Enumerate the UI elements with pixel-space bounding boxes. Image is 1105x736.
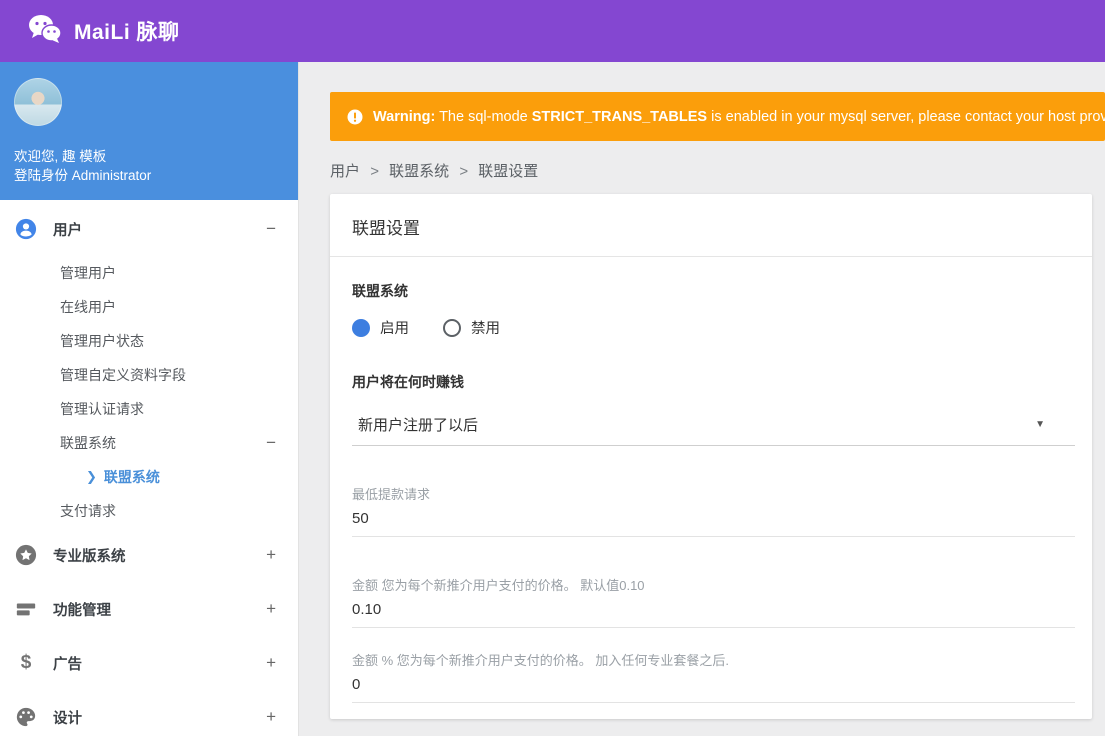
star-circle-icon xyxy=(15,544,37,566)
sidebar-item-pro-system[interactable]: 专业版系统 + xyxy=(0,528,298,582)
sidebar-item-label: 专业版系统 xyxy=(53,548,126,565)
brand[interactable]: MaiLi 脉聊 xyxy=(28,14,180,49)
radio-unselected-icon[interactable] xyxy=(443,318,461,337)
sidebar-item-label: 在线用户 xyxy=(60,299,116,315)
amount-label: 金额 您为每个新推介用户支付的价格。 默认值0.10 xyxy=(352,578,645,593)
amount-percent-input[interactable]: 0 xyxy=(352,674,1075,703)
breadcrumb-affiliate-system[interactable]: 联盟系统 xyxy=(389,163,449,180)
sidebar-item-label: 联盟系统 xyxy=(103,469,160,485)
palette-icon xyxy=(15,706,37,728)
warning-text: The sql-mode xyxy=(435,108,532,125)
avatar[interactable] xyxy=(14,78,62,126)
expand-toggle-icon[interactable]: + xyxy=(266,599,276,619)
main-content: Warning: The sql-mode STRICT_TRANS_TABLE… xyxy=(300,62,1105,736)
amount-percent-label: 金额 % 您为每个新推介用户支付的价格。 加入任何专业套餐之后. xyxy=(352,653,730,668)
wechat-logo-icon xyxy=(28,14,62,49)
breadcrumb: 用户 > 联盟系统 > 联盟设置 xyxy=(330,160,1105,181)
radio-enable[interactable]: 启用 xyxy=(352,317,409,338)
affiliate-settings-card: 联盟设置 联盟系统 启用 禁用 用户将在何时赚钱 新用户注册了以后 ▼ 最低提款… xyxy=(330,194,1092,719)
sidebar-nav: 用户 − 管理用户 在线用户 管理用户状态 管理自定义资料字段 管理认证请求 联… xyxy=(0,200,298,736)
sidebar-item-label: 设计 xyxy=(53,710,82,727)
earn-when-value: 新用户注册了以后 xyxy=(358,417,479,434)
sidebar-item-affiliate-system[interactable]: 联盟系统 − xyxy=(0,426,298,460)
sidebar-item-verification-requests[interactable]: 管理认证请求 xyxy=(0,392,298,426)
sidebar-item-label: 用户 xyxy=(53,222,82,239)
radio-disable[interactable]: 禁用 xyxy=(443,317,500,338)
radio-selected-icon[interactable] xyxy=(352,318,370,337)
sidebar-item-design[interactable]: 设计 + xyxy=(0,690,298,736)
warning-info-icon xyxy=(346,108,364,126)
warning-label: Warning: xyxy=(373,108,436,125)
sidebar-item-affiliate-system-active[interactable]: ❯ 联盟系统 xyxy=(0,460,298,494)
expand-toggle-icon[interactable]: + xyxy=(266,545,276,565)
min-withdraw-group: 最低提款请求 50 xyxy=(352,484,1075,537)
alliance-system-group: 联盟系统 启用 禁用 xyxy=(352,281,1075,338)
sidebar-item-label: 管理自定义资料字段 xyxy=(60,367,186,383)
warning-banner: Warning: The sql-mode STRICT_TRANS_TABLE… xyxy=(330,92,1105,141)
sidebar-item-label: 管理认证请求 xyxy=(60,401,144,417)
chevron-right-icon: ❯ xyxy=(86,469,97,484)
sidebar-item-feature-management[interactable]: 功能管理 + xyxy=(0,582,298,636)
sidebar-item-label: 支付请求 xyxy=(60,503,116,519)
sidebar-item-ads[interactable]: $ 广告 + xyxy=(0,636,298,690)
expand-toggle-icon[interactable]: + xyxy=(266,707,276,727)
sidebar-item-label: 联盟系统 xyxy=(60,435,116,451)
warning-text: is enabled in your mysql server, please … xyxy=(711,108,1105,125)
sidebar-item-payment-requests[interactable]: 支付请求 xyxy=(0,494,298,528)
sidebar-item-users[interactable]: 用户 − xyxy=(0,202,298,256)
sidebar-item-online-users[interactable]: 在线用户 xyxy=(0,290,298,324)
warning-strong: STRICT_TRANS_TABLES xyxy=(531,108,708,125)
amount-group: 金额 您为每个新推介用户支付的价格。 默认值0.10 0.10 xyxy=(352,575,1075,628)
breadcrumb-separator: > xyxy=(459,163,469,180)
caret-down-icon: ▼ xyxy=(1035,419,1045,430)
sidebar-item-custom-profile-fields[interactable]: 管理自定义资料字段 xyxy=(0,358,298,392)
expand-toggle-icon[interactable]: + xyxy=(266,653,276,673)
amount-percent-group: 金额 % 您为每个新推介用户支付的价格。 加入任何专业套餐之后. 0 xyxy=(352,650,1075,703)
min-withdraw-label: 最低提款请求 xyxy=(352,487,431,502)
app-title: MaiLi 脉聊 xyxy=(74,21,180,44)
sidebar-profile: 欢迎您, 趣 模板 登陆身份 Administrator xyxy=(0,62,298,200)
dollar-icon: $ xyxy=(20,652,32,673)
sidebar: 欢迎您, 趣 模板 登陆身份 Administrator 用户 − 管理用户 在… xyxy=(0,62,299,736)
sidebar-item-label: 功能管理 xyxy=(53,602,111,619)
login-role-text: 登陆身份 Administrator xyxy=(14,168,152,184)
earn-when-select[interactable]: 新用户注册了以后 ▼ xyxy=(352,406,1075,446)
earn-when-label: 用户将在何时赚钱 xyxy=(352,374,464,390)
app-header: MaiLi 脉聊 xyxy=(0,0,1105,62)
radio-enable-label: 启用 xyxy=(380,321,409,337)
sidebar-item-manage-users[interactable]: 管理用户 xyxy=(0,256,298,290)
welcome-text: 欢迎您, 趣 模板 xyxy=(14,148,107,164)
min-withdraw-input[interactable]: 50 xyxy=(352,508,1075,537)
breadcrumb-separator: > xyxy=(370,163,379,180)
amount-input[interactable]: 0.10 xyxy=(352,599,1075,628)
collapse-toggle-icon[interactable]: − xyxy=(266,433,276,453)
breadcrumb-affiliate-settings[interactable]: 联盟设置 xyxy=(478,163,538,180)
sidebar-item-user-status[interactable]: 管理用户状态 xyxy=(0,324,298,358)
sidebar-item-label: 管理用户 xyxy=(60,265,116,281)
sidebar-item-label: 管理用户状态 xyxy=(60,333,144,349)
alliance-system-label: 联盟系统 xyxy=(352,283,408,299)
collapse-toggle-icon[interactable]: − xyxy=(266,219,276,239)
radio-disable-label: 禁用 xyxy=(471,321,500,337)
sidebar-item-label: 广告 xyxy=(53,656,82,673)
user-circle-icon xyxy=(15,218,37,240)
breadcrumb-users[interactable]: 用户 xyxy=(330,163,360,180)
menu-bars-icon xyxy=(15,598,37,620)
card-title: 联盟设置 xyxy=(330,194,1092,257)
earn-when-group: 用户将在何时赚钱 新用户注册了以后 ▼ xyxy=(352,372,1075,446)
